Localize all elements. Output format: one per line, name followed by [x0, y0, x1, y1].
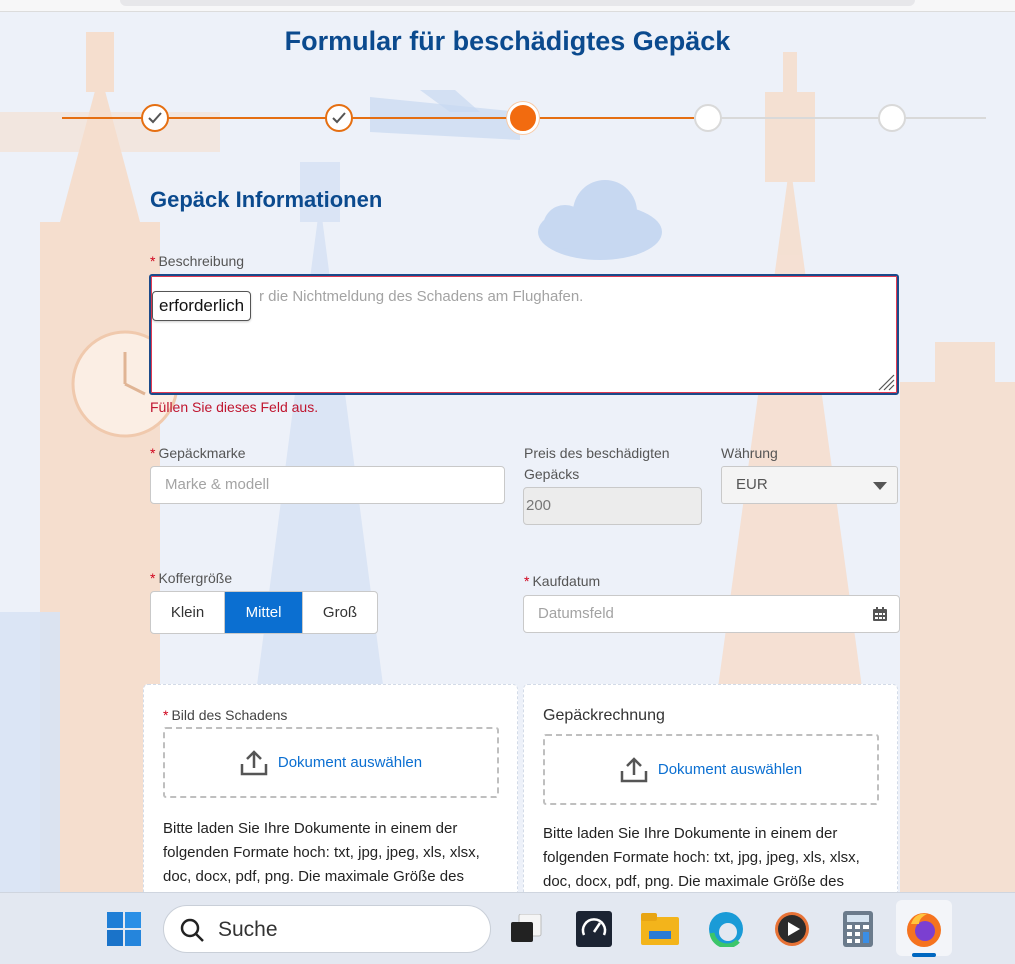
invoice-card: Gepäckrechnung Dokument auswählen Bitte … — [523, 684, 898, 892]
taskbar-search-box[interactable]: Suche — [163, 905, 491, 953]
damage-image-instructions: Bitte laden Sie Ihre Dokumente in einem … — [163, 820, 480, 885]
required-tooltip: erforderlich — [152, 291, 252, 321]
size-segmented-control: Klein Mittel Groß — [150, 591, 378, 634]
browser-top-edge — [0, 0, 1015, 12]
firefox-icon[interactable] — [902, 907, 946, 951]
edge-icon[interactable] — [704, 907, 748, 951]
progress-stepper — [62, 102, 986, 134]
step-3-current[interactable] — [507, 102, 539, 134]
step-5-pending[interactable] — [878, 104, 906, 132]
currency-value: EUR — [736, 476, 768, 493]
brand-label: * Gepäckmarke — [150, 445, 246, 461]
invoice-instructions: Bitte laden Sie Ihre Dokumente in einem … — [543, 825, 860, 890]
currency-label: Währung — [721, 445, 778, 461]
price-input[interactable]: 200 — [523, 487, 702, 525]
speedtest-icon[interactable] — [572, 907, 616, 951]
windows-start-icon[interactable] — [102, 907, 146, 951]
step-2-completed[interactable] — [325, 104, 353, 132]
stepper-line-current — [524, 117, 694, 119]
size-label: * Koffergröße — [150, 570, 233, 586]
page-title: Formular für beschädigtes Gepäck — [284, 26, 731, 56]
size-option-large[interactable]: Groß — [303, 592, 377, 633]
invoice-label: Gepäckrechnung — [543, 707, 665, 724]
purchase-date-input[interactable]: Datumsfeld — [523, 595, 900, 633]
upload-icon — [620, 756, 648, 782]
calendar-icon[interactable] — [873, 607, 887, 621]
damage-image-label: * Bild des Schadens — [163, 707, 288, 723]
size-option-medium[interactable]: Mittel — [225, 592, 303, 633]
description-placeholder: r die Nichtmeldung des Schadens am Flugh… — [259, 288, 584, 305]
form-page: Formular für beschädigtes Gepäck Gepäck … — [0, 12, 1015, 892]
description-textarea[interactable]: r die Nichtmeldung des Schadens am Flugh… — [149, 274, 899, 395]
media-player-icon[interactable] — [770, 907, 814, 951]
invoice-select-button[interactable]: Dokument auswählen — [658, 761, 802, 778]
check-icon — [148, 112, 162, 124]
stepper-line-completed — [62, 117, 524, 119]
size-option-small[interactable]: Klein — [151, 592, 225, 633]
currency-select[interactable]: EUR — [721, 466, 898, 504]
section-title: Gepäck Informationen — [150, 187, 383, 212]
description-error: Füllen Sie dieses Feld aus. — [150, 399, 319, 415]
caret-down-icon — [873, 482, 887, 490]
calculator-icon[interactable] — [836, 907, 880, 951]
description-label: * Beschreibung — [150, 253, 245, 269]
damage-image-card: * Bild des Schadens Dokument auswählen Bi… — [143, 684, 518, 892]
task-view-icon[interactable] — [504, 907, 548, 951]
search-label: Suche — [218, 918, 278, 941]
search-icon — [180, 918, 204, 942]
brand-input[interactable]: Marke & modell — [150, 466, 505, 504]
windows-taskbar: Suche — [0, 892, 1015, 964]
invoice-dropzone[interactable]: Dokument auswählen — [543, 734, 879, 805]
firefox-running-indicator — [912, 953, 936, 957]
stepper-line-pending — [694, 117, 986, 119]
step-4-pending[interactable] — [694, 104, 722, 132]
upload-icon — [240, 749, 268, 775]
browser-tab-strip — [120, 0, 915, 6]
file-explorer-icon[interactable] — [638, 907, 682, 951]
price-label: Preis des beschädigten Gepäcks — [524, 445, 670, 482]
step-1-completed[interactable] — [141, 104, 169, 132]
check-icon — [332, 112, 346, 124]
damage-image-dropzone[interactable]: Dokument auswählen — [163, 727, 499, 798]
resize-handle-icon[interactable] — [875, 371, 895, 391]
purchase-date-label: * Kaufdatum — [524, 573, 601, 589]
purchase-date-placeholder: Datumsfeld — [538, 605, 614, 622]
damage-image-select-button[interactable]: Dokument auswählen — [278, 754, 422, 771]
